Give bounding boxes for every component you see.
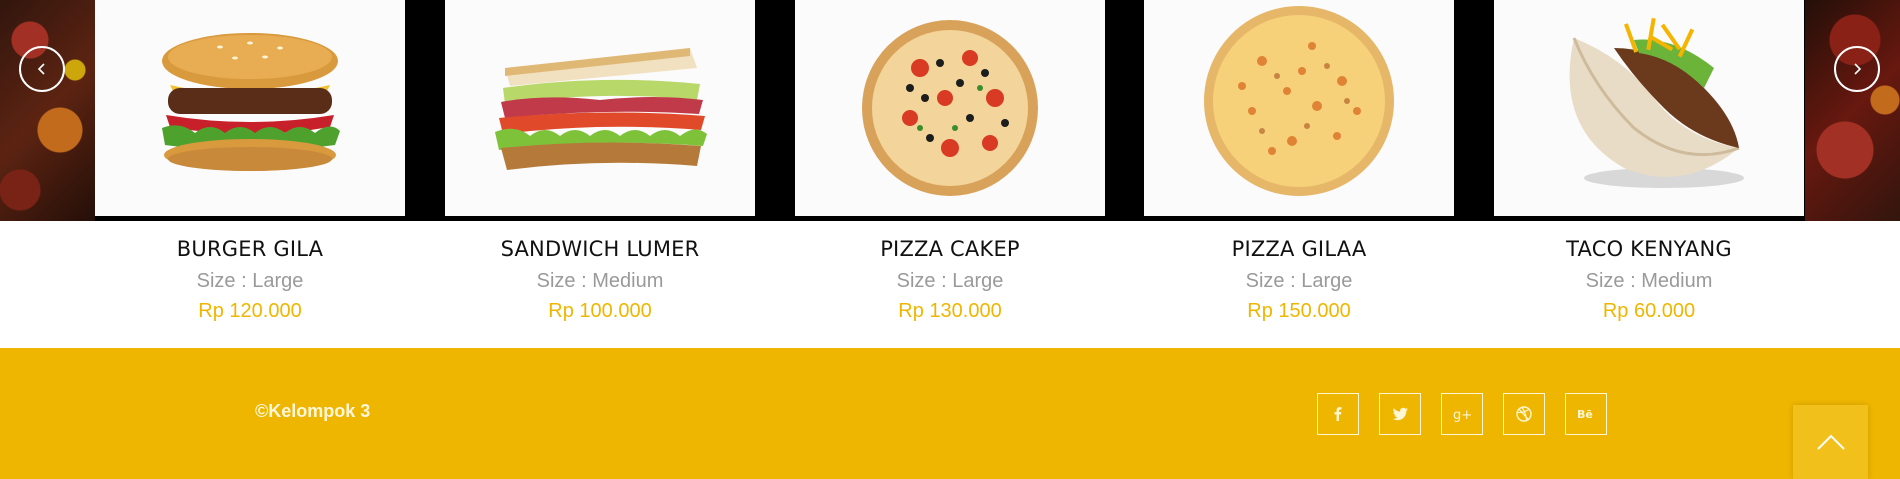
social-links: g+ Bē: [1317, 393, 1607, 435]
product-image-pizza-veggie[interactable]: [795, 0, 1105, 216]
google-plus-link[interactable]: g+: [1441, 393, 1483, 435]
product-price: Rp 150.000: [1247, 300, 1351, 322]
product-image-burger[interactable]: [95, 0, 405, 216]
product-size: Size : Medium: [1585, 270, 1713, 292]
svg-text:g+: g+: [1453, 408, 1472, 423]
product-size: Size : Medium: [536, 270, 664, 292]
product-card[interactable]: TACO KENYANG Size : Medium Rp 60.000: [1494, 0, 1804, 348]
product-size: Size : Large: [896, 270, 1004, 292]
product-name[interactable]: PIZZA CAKEP: [795, 237, 1105, 261]
chevron-up-icon: [1816, 434, 1845, 450]
facebook-icon: [1334, 407, 1342, 421]
footer: ©Kelompok 3 g+ Bē: [0, 348, 1900, 479]
chevron-left-icon: [37, 63, 45, 75]
facebook-link[interactable]: [1317, 393, 1359, 435]
twitter-link[interactable]: [1379, 393, 1421, 435]
chevron-right-icon: [1854, 63, 1862, 75]
product-carousel: BURGER GILA Size : Large Rp 120.000 SAND…: [0, 0, 1900, 348]
product-card[interactable]: PIZZA GILAA Size : Large Rp 150.000: [1144, 0, 1454, 348]
copyright-text: ©Kelompok 3: [255, 401, 371, 421]
back-to-top-button[interactable]: [1793, 405, 1868, 479]
product-price: Rp 130.000: [898, 300, 1002, 322]
behance-link[interactable]: Bē: [1565, 393, 1607, 435]
product-image-taco[interactable]: [1494, 0, 1804, 216]
product-name[interactable]: BURGER GILA: [95, 237, 405, 261]
product-size: Size : Large: [1245, 270, 1353, 292]
carousel-next-button[interactable]: [1834, 46, 1880, 92]
svg-text:Bē: Bē: [1577, 408, 1593, 421]
product-size: Size : Large: [196, 270, 304, 292]
product-card[interactable]: PIZZA CAKEP Size : Large Rp 130.000: [795, 0, 1105, 348]
dribbble-icon: [1516, 406, 1532, 422]
twitter-icon: [1392, 407, 1408, 421]
google-plus-icon: g+: [1453, 408, 1472, 423]
product-price: Rp 100.000: [548, 300, 652, 322]
product-image-pizza-cheese[interactable]: [1144, 0, 1454, 216]
product-name[interactable]: TACO KENYANG: [1494, 237, 1804, 261]
product-name[interactable]: SANDWICH LUMER: [445, 237, 755, 261]
product-price: Rp 120.000: [198, 300, 302, 322]
carousel-prev-button[interactable]: [19, 46, 65, 92]
dribbble-link[interactable]: [1503, 393, 1545, 435]
behance-icon: Bē: [1577, 408, 1593, 421]
product-card[interactable]: SANDWICH LUMER Size : Medium Rp 100.000: [445, 0, 755, 348]
product-name[interactable]: PIZZA GILAA: [1144, 237, 1454, 261]
product-card[interactable]: BURGER GILA Size : Large Rp 120.000: [95, 0, 405, 348]
product-image-sandwich[interactable]: [445, 0, 755, 216]
product-price: Rp 60.000: [1602, 300, 1696, 322]
